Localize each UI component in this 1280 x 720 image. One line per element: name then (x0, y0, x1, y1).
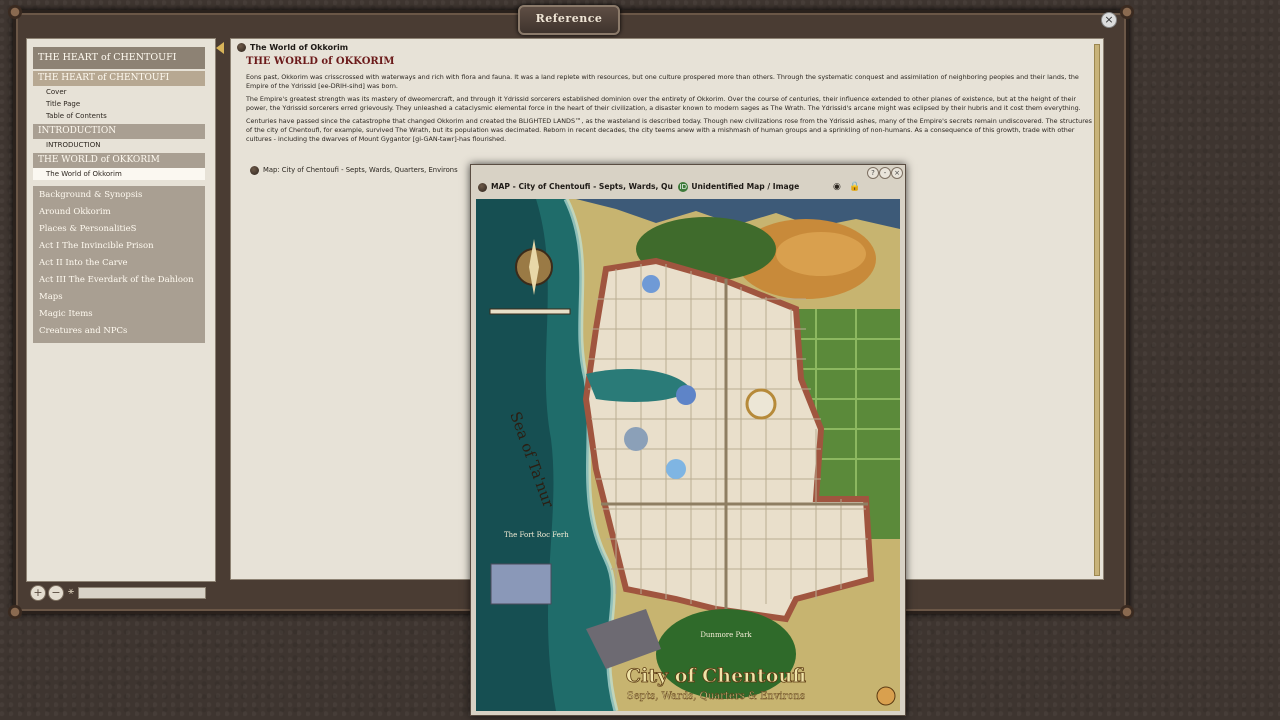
frame-corner-ornament (1119, 4, 1135, 20)
resize-grip-icon[interactable] (876, 686, 896, 706)
paragraph: The Empire's greatest strength was its m… (246, 95, 1081, 112)
sidebar-section-world[interactable]: THE WORLD of OKKORIM (33, 153, 205, 168)
section-heading: THE WORLD of OKKORIM (246, 56, 395, 67)
close-icon[interactable]: × (1101, 12, 1117, 28)
sidebar-section-introduction[interactable]: INTRODUCTION (33, 124, 205, 139)
dome-landmark (624, 427, 648, 451)
sidebar-item-table-of-contents[interactable]: Table of Contents (33, 110, 205, 122)
sidebar-item-around-okkorim[interactable]: Around Okkorim (33, 204, 205, 221)
window-title: Reference (518, 5, 620, 35)
district-label: Dunmore Park (700, 631, 752, 639)
map-window: ? - × MAP - City of Chentoufi - Septs, W… (470, 164, 906, 716)
map-window-title: MAP - City of Chentoufi - Septs, Wards, … (491, 182, 673, 191)
sidebar-item-places[interactable]: Places & PersonalitieS (33, 221, 205, 238)
dome-landmark (676, 385, 696, 405)
page-title: The World of Okkorim (250, 43, 349, 52)
crystal-spire (666, 459, 686, 479)
sidebar-item-act-1[interactable]: Act I The Invincible Prison (33, 238, 205, 255)
sidebar-item-creatures[interactable]: Creatures and NPCs (33, 323, 205, 340)
pin-icon[interactable]: ⚹ (68, 586, 74, 597)
content-scrollbar[interactable] (1094, 44, 1100, 576)
sidebar-search-input[interactable] (78, 587, 206, 599)
frame-corner-ornament (1119, 604, 1135, 620)
city-map-image[interactable]: Sea of Ta'nur The Fort Roc Ferh Dunmore … (476, 199, 900, 711)
sidebar-item-world-of-okkorim[interactable]: The World of Okkorim (33, 168, 205, 180)
map-link[interactable]: Map: City of Chentoufi - Septs, Wards, Q… (250, 165, 458, 175)
map-scale-bar (489, 308, 571, 315)
identify-icon[interactable]: ID (678, 182, 689, 192)
remove-icon[interactable]: − (48, 585, 64, 601)
share-icon[interactable]: ◉ (833, 182, 841, 192)
sidebar-item-maps[interactable]: Maps (33, 289, 205, 306)
sidebar-item-introduction[interactable]: INTRODUCTION (33, 139, 205, 151)
terraced-hills (776, 232, 866, 276)
sidebar-item-title-page[interactable]: Title Page (33, 98, 205, 110)
frame-corner-ornament (7, 604, 23, 620)
sidebar-category-list: Background & Synopsis Around Okkorim Pla… (33, 186, 205, 343)
sidebar-item-background[interactable]: Background & Synopsis (33, 187, 205, 204)
fort-label: The Fort Roc Ferh (504, 531, 569, 539)
fort-building (490, 563, 552, 605)
map-city-title: City of Chentoufi (626, 665, 806, 687)
table-of-contents: THE HEART of CHENTOUFI THE HEART of CHEN… (33, 47, 205, 343)
dome-landmark (642, 275, 660, 293)
lock-icon[interactable]: 🔒 (849, 182, 860, 192)
sidebar-top-heading[interactable]: THE HEART of CHENTOUFI (33, 47, 205, 69)
link-bullet-icon[interactable] (237, 43, 246, 52)
arena-landmark (745, 388, 777, 420)
paragraph: Centuries have passed since the catastro… (246, 117, 1092, 143)
paragraph: Eons past, Okkorim was crisscrossed with… (246, 73, 1079, 90)
body-text: Eons past, Okkorim was crisscrossed with… (246, 73, 1092, 148)
link-bullet-icon[interactable] (250, 165, 259, 175)
link-bullet-icon[interactable] (478, 182, 487, 192)
sidebar-item-magic-items[interactable]: Magic Items (33, 306, 205, 323)
sidebar-item-act-3[interactable]: Act III The Everdark of the Dahloon (33, 272, 205, 289)
sidebar-section-heart[interactable]: THE HEART of CHENTOUFI (33, 71, 205, 86)
add-icon[interactable]: + (30, 585, 46, 601)
page-title-row: The World of Okkorim (237, 41, 348, 55)
map-link-label[interactable]: Map: City of Chentoufi - Septs, Wards, Q… (263, 166, 458, 174)
map-window-status: Unidentified Map / Image (691, 182, 800, 191)
map-city-subtitle: Septs, Wards, Quarters & Environs (627, 691, 805, 702)
sidebar-bottom-bar: + − ⚹ (26, 583, 214, 601)
sidebar-item-act-2[interactable]: Act II Into the Carve (33, 255, 205, 272)
sidebar-collapse-arrow-icon[interactable] (216, 42, 224, 54)
frame-corner-ornament (7, 4, 23, 20)
reference-sidebar: THE HEART of CHENTOUFI THE HEART of CHEN… (26, 38, 216, 582)
sidebar-item-cover[interactable]: Cover (33, 86, 205, 98)
